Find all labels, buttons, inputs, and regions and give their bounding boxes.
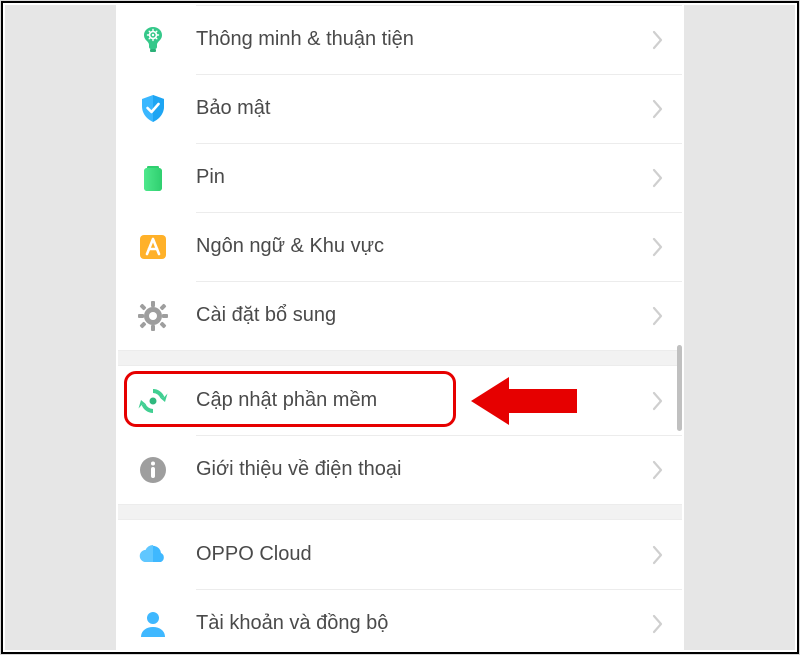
chevron-right-icon <box>652 306 664 326</box>
scrollbar-thumb[interactable] <box>677 345 682 431</box>
settings-row-about[interactable]: Giới thiệu về điện thoại <box>118 435 682 504</box>
chevron-right-icon <box>652 460 664 480</box>
settings-row-battery[interactable]: Pin <box>118 143 682 212</box>
gear-icon <box>136 299 170 333</box>
info-icon <box>136 453 170 487</box>
chevron-right-icon <box>652 545 664 565</box>
settings-row-label: Cài đặt bổ sung <box>196 304 652 327</box>
cloud-icon <box>136 538 170 572</box>
language-icon <box>136 230 170 264</box>
chevron-right-icon <box>652 391 664 411</box>
brain-icon <box>136 23 170 57</box>
update-icon <box>136 384 170 418</box>
battery-icon <box>136 161 170 195</box>
group-separator <box>118 504 682 520</box>
user-icon <box>136 607 170 641</box>
settings-row-label: Ngôn ngữ & Khu vực <box>196 235 652 258</box>
chevron-right-icon <box>652 99 664 119</box>
chevron-right-icon <box>652 168 664 188</box>
settings-row-security[interactable]: Bảo mật <box>118 74 682 143</box>
settings-row-label: Thông minh & thuận tiện <box>196 28 652 51</box>
chevron-right-icon <box>652 614 664 634</box>
settings-row-label: Bảo mật <box>196 97 652 120</box>
settings-row-account[interactable]: Tài khoản và đồng bộ <box>118 589 682 650</box>
group-separator <box>118 350 682 366</box>
frame-padding-right <box>684 5 795 650</box>
settings-row-update[interactable]: Cập nhật phần mềm <box>118 366 682 435</box>
settings-row-language[interactable]: Ngôn ngữ & Khu vực <box>118 212 682 281</box>
chevron-right-icon <box>652 237 664 257</box>
settings-row-label: Giới thiệu về điện thoại <box>196 458 652 481</box>
settings-row-label: OPPO Cloud <box>196 543 652 566</box>
shield-icon <box>136 92 170 126</box>
settings-row-cloud[interactable]: OPPO Cloud <box>118 520 682 589</box>
settings-screen: Thông minh & thuận tiện Bảo mật <box>118 5 682 650</box>
settings-row-label: Tài khoản và đồng bộ <box>196 612 652 635</box>
chevron-right-icon <box>652 30 664 50</box>
tutorial-frame: Thông minh & thuận tiện Bảo mật <box>1 1 799 654</box>
settings-row-label: Pin <box>196 166 652 189</box>
settings-row-additional[interactable]: Cài đặt bổ sung <box>118 281 682 350</box>
frame-padding-left <box>5 5 116 650</box>
settings-row-label: Cập nhật phần mềm <box>196 389 652 412</box>
settings-row-smart[interactable]: Thông minh & thuận tiện <box>118 5 682 74</box>
